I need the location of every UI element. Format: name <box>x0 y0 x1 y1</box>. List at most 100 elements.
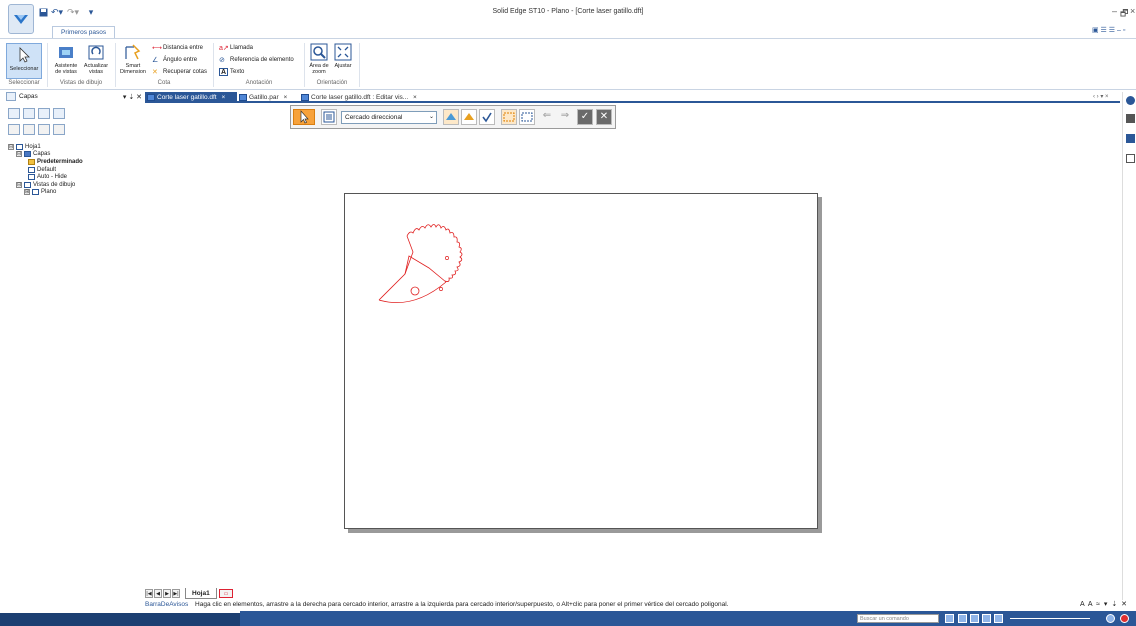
pane-pin-controls[interactable]: ▾ ⇣ ✕ <box>123 93 142 101</box>
close-tab-icon[interactable]: × <box>221 94 225 101</box>
angulo-entre-button[interactable]: ∠ Ángulo entre <box>152 56 197 64</box>
ribbon: Seleccionar Asistente de vistas Actualiz… <box>0 38 1136 90</box>
collapse-icon[interactable]: ⊟ <box>16 181 22 188</box>
layers-pane-title: Capas <box>19 93 38 100</box>
area-de-zoom-button[interactable]: Área de zoom <box>308 43 330 75</box>
refresh-views-icon <box>88 45 104 60</box>
ajustar-button[interactable]: Ajustar <box>332 43 354 69</box>
layer-icon <box>28 174 35 181</box>
rectangle-fence-button[interactable] <box>501 109 517 125</box>
new-layer-icon[interactable] <box>8 108 20 119</box>
layer-hide-icon[interactable] <box>53 108 65 119</box>
select-tool-button[interactable] <box>293 109 315 125</box>
delete-layer-icon[interactable] <box>53 124 65 135</box>
collapse-icon[interactable]: ⊟ <box>16 151 22 158</box>
pointer-icon <box>300 110 309 124</box>
texto-button[interactable]: A Texto <box>219 68 244 76</box>
collapse-icon[interactable]: ⊟ <box>8 143 14 150</box>
tree-item-hoja1[interactable]: ⊟ Hoja1 <box>8 143 144 151</box>
first-sheet-button[interactable]: |◀ <box>145 589 153 598</box>
tree-item-vistas-de-dibujo[interactable]: ⊟ Vistas de dibujo <box>8 181 144 189</box>
move-layer-icon[interactable] <box>8 124 20 135</box>
layer-icon <box>28 166 35 173</box>
cancel-x-icon[interactable]: ✕ <box>596 109 612 125</box>
minimize-button[interactable]: – <box>1112 6 1117 16</box>
recuperar-cotas-button[interactable]: ✕ Recuperar cotas <box>152 68 207 76</box>
command-search-input[interactable]: Buscar un comando <box>857 614 939 623</box>
tab-primeros-pasos[interactable]: Primeros pasos <box>52 26 116 38</box>
fence-mode-dropdown[interactable]: Cercado direccional ⌄ <box>341 111 437 124</box>
actualizar-vistas-button[interactable]: Actualizar vistas <box>82 43 110 75</box>
tab-gatillo-par[interactable]: Gatillo.par × <box>237 92 299 103</box>
title-bar: ↶▾ ↷▾ ▾ Solid Edge ST10 - Plano - [Corte… <box>0 0 1136 34</box>
draft-file-icon <box>301 94 309 101</box>
list-icon <box>323 111 335 123</box>
group-seleccionar: Seleccionar <box>8 80 40 86</box>
layers-icon <box>6 92 16 101</box>
fence-overlap-icon <box>464 113 474 120</box>
group-vistas-de-dibujo: Vistas de dibujo <box>59 80 103 86</box>
angle-icon: ∠ <box>152 57 159 64</box>
part-file-icon <box>239 94 247 101</box>
trigger-part-drawing <box>378 224 463 303</box>
prompt-bar-label[interactable]: BarraDeAvisos <box>145 601 188 608</box>
polygon-fence-button[interactable] <box>519 109 535 125</box>
status-bar-controls[interactable]: A A ≈ ▾ ⇣ ✕ <box>1080 600 1128 608</box>
pan-status-icon[interactable] <box>982 614 991 623</box>
close-tab-icon[interactable]: × <box>413 94 417 101</box>
zoom-area-status-icon[interactable] <box>958 614 967 623</box>
close-button[interactable]: × <box>1130 6 1135 16</box>
record-icon[interactable] <box>1120 614 1129 623</box>
selection-filter-button[interactable] <box>321 109 337 125</box>
tree-item-default[interactable]: Default <box>8 166 144 174</box>
layers-folder-icon <box>24 151 31 158</box>
distancia-entre-button[interactable]: ⟷ Distancia entre <box>152 44 203 52</box>
ribbon-options-icon[interactable]: ▣ ☰ ☰ – ▫ <box>1092 26 1125 34</box>
trigger-outline <box>378 224 463 303</box>
tree-item-plano[interactable]: ⊞ Plano <box>8 189 144 197</box>
expand-icon[interactable]: ⊞ <box>24 189 30 196</box>
tab-editar-vista[interactable]: Corte laser gatillo.dft : Editar vis... … <box>299 92 429 103</box>
next-arrow-icon[interactable]: ⇒ <box>557 109 573 125</box>
sheet-icon <box>16 143 23 150</box>
balloon-icon: ⊘ <box>219 57 225 64</box>
tree-item-auto-hide[interactable]: Auto - Hide <box>8 173 144 181</box>
small-hole-1 <box>445 256 449 260</box>
tab-overflow-controls[interactable]: ‹ › ▾ × <box>1093 92 1109 103</box>
seleccionar-button[interactable]: Seleccionar <box>6 43 42 79</box>
referencia-de-elemento-button[interactable]: ⊘ Referencia de elemento <box>219 56 294 64</box>
fit-status-icon[interactable] <box>994 614 1003 623</box>
fence-inside-button[interactable] <box>443 109 459 125</box>
fence-overlap-button[interactable] <box>461 109 477 125</box>
layer-props-icon[interactable] <box>23 108 35 119</box>
drawing-sheet[interactable] <box>344 193 818 529</box>
document-tabs: Corte laser gatillo.dft × Gatillo.par × … <box>145 92 1120 103</box>
zoom-slider[interactable] <box>1010 618 1090 619</box>
last-sheet-button[interactable]: ▶| <box>172 589 180 598</box>
merge-layer-icon[interactable] <box>23 124 35 135</box>
panel-layers-icon[interactable] <box>1126 134 1135 143</box>
new-sheet-icon[interactable]: ▭ <box>219 589 233 598</box>
smart-dimension-button[interactable]: Smart Dimension <box>118 43 148 75</box>
help-icon[interactable] <box>1126 96 1135 105</box>
command-finder-icon[interactable] <box>945 614 954 623</box>
prev-sheet-button[interactable]: ◀ <box>154 589 162 598</box>
tree-item-predeterminado[interactable]: Predeterminado <box>8 158 144 166</box>
zoom-status-icon[interactable] <box>970 614 979 623</box>
tab-hoja1[interactable]: Hoja1 <box>185 588 217 599</box>
tab-corte-laser-gatillo-dft[interactable]: Corte laser gatillo.dft × <box>145 92 237 103</box>
panel-list-icon[interactable] <box>1126 154 1135 163</box>
panel-tool-icon[interactable] <box>1126 114 1135 123</box>
zoom-in-icon[interactable] <box>1106 614 1115 623</box>
accept-check-icon[interactable]: ✓ <box>577 109 593 125</box>
asistente-de-vistas-button[interactable]: Asistente de vistas <box>52 43 80 75</box>
close-tab-icon[interactable]: × <box>283 94 287 101</box>
group-cota: Cota <box>157 80 171 86</box>
llamada-button[interactable]: a↗ Llamada <box>219 44 253 52</box>
maximize-button[interactable]: 🗗 <box>1120 6 1128 22</box>
check-select-button[interactable] <box>479 109 495 125</box>
next-sheet-button[interactable]: ▶ <box>163 589 171 598</box>
layer-show-icon[interactable] <box>38 108 50 119</box>
export-layer-icon[interactable] <box>38 124 50 135</box>
previous-arrow-icon[interactable]: ⇐ <box>539 109 555 125</box>
